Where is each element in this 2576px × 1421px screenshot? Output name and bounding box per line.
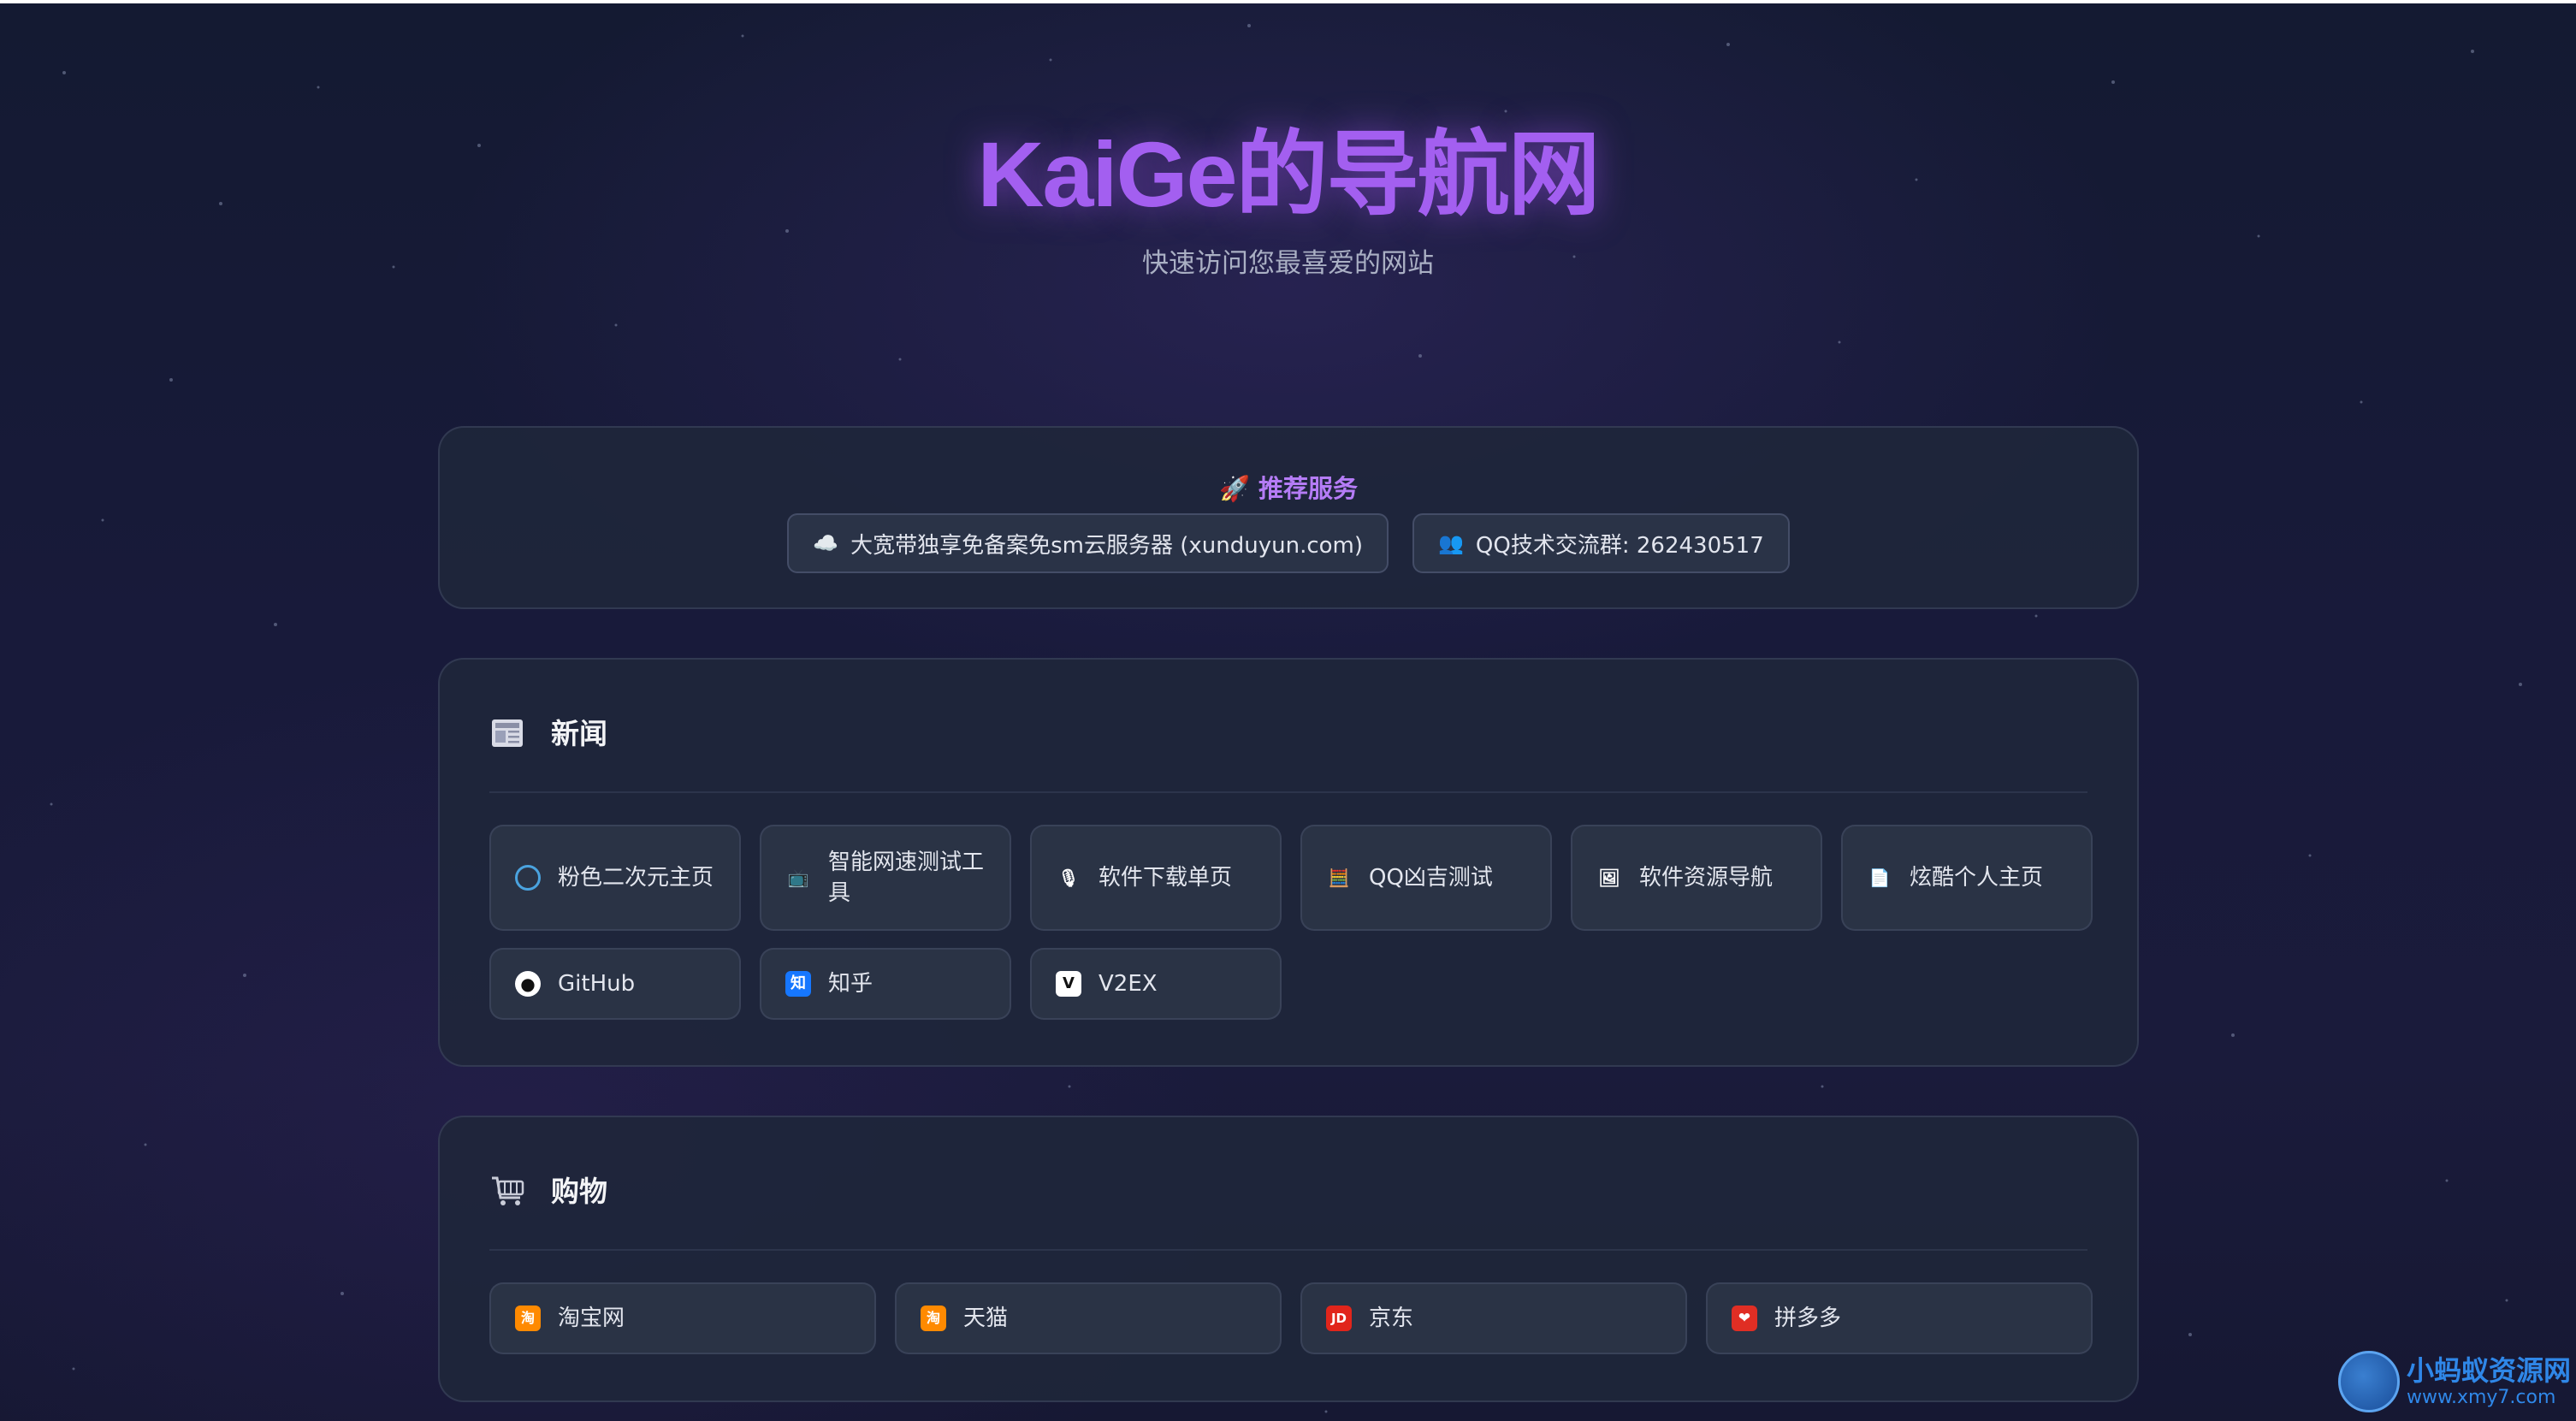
document-icon: 📄 [1868, 867, 1891, 888]
link-speed-test[interactable]: 📺 智能网速测试工具 [760, 825, 1011, 931]
group-icon: 👥 [1438, 531, 1464, 555]
news-links-grid: 粉色二次元主页 📺 智能网速测试工具 🎙 软件下载单页 🧮 QQ凶吉测试 🖼 软… [489, 825, 2094, 1020]
link-pinduoduo[interactable]: ❤ 拼多多 [1706, 1282, 2093, 1354]
link-label: 京东 [1369, 1306, 1414, 1331]
recommended-services-card: 🚀 推荐服务 ☁️ 大宽带独享免备案免sm云服务器 (xunduyun.com) … [438, 426, 2139, 609]
taobao-icon: 淘 [515, 1306, 541, 1331]
link-label: 淘宝网 [558, 1306, 625, 1331]
site-watermark: 小蚂蚁资源网 www.xmy7.com [2337, 1351, 2571, 1412]
shopping-section: 购物 淘 淘宝网 淘 天猫 JD 京东 ❤ 拼多多 [438, 1116, 2139, 1402]
news-section: 新闻 粉色二次元主页 📺 智能网速测试工具 🎙 软件下载单页 🧮 QQ凶吉测试 … [438, 658, 2139, 1067]
watermark-logo-icon [2337, 1351, 2400, 1412]
rocket-icon: 🚀 [1218, 474, 1251, 503]
top-border [0, 0, 2576, 3]
shopping-section-header: 购物 [489, 1169, 2087, 1251]
newspaper-icon [492, 719, 523, 747]
link-jd[interactable]: JD 京东 [1300, 1282, 1687, 1354]
microphone-icon: 🎙 [1057, 867, 1080, 888]
link-github[interactable]: ● GitHub [489, 948, 741, 1020]
v2ex-icon: V [1056, 971, 1081, 997]
link-label: 知乎 [828, 971, 873, 997]
recommended-links: ☁️ 大宽带独享免备案免sm云服务器 (xunduyun.com) 👥 QQ技术… [440, 513, 2137, 573]
link-cool-homepage[interactable]: 📄 炫酷个人主页 [1841, 825, 2093, 931]
link-taobao[interactable]: 淘 淘宝网 [489, 1282, 876, 1354]
cloud-server-label: 大宽带独享免备案免sm云服务器 (xunduyun.com) [850, 532, 1364, 559]
link-label: V2EX [1099, 971, 1158, 997]
news-section-header: 新闻 [489, 711, 2087, 793]
tmall-icon: 淘 [921, 1306, 946, 1331]
shopping-section-title: 购物 [551, 1175, 607, 1208]
cloud-icon: ☁️ [813, 531, 839, 555]
pinduoduo-icon: ❤ [1732, 1306, 1757, 1331]
cloud-server-link[interactable]: ☁️ 大宽带独享免备案免sm云服务器 (xunduyun.com) [787, 513, 1389, 573]
abacus-icon: 🧮 [1328, 867, 1350, 888]
link-label: 天猫 [963, 1306, 1009, 1331]
jd-icon: JD [1326, 1306, 1352, 1331]
page-header: KaiGe的导航网 快速访问您最喜爱的网站 [0, 120, 2576, 280]
page-subtitle: 快速访问您最喜爱的网站 [1142, 248, 1434, 279]
link-software-nav[interactable]: 🖼 软件资源导航 [1571, 825, 1822, 931]
link-label: 智能网速测试工具 [828, 850, 985, 906]
qq-group-link[interactable]: 👥 QQ技术交流群: 262430517 [1412, 513, 1790, 573]
github-icon: ● [515, 971, 541, 997]
tv-icon: 📺 [787, 867, 809, 888]
link-label: 炫酷个人主页 [1910, 865, 2044, 891]
watermark-url: www.xmy7.com [2406, 1387, 2556, 1408]
globe-icon [515, 865, 541, 891]
watermark-text: 小蚂蚁资源网 www.xmy7.com [2407, 1354, 2571, 1409]
qq-group-label: QQ技术交流群: 262430517 [1475, 532, 1764, 559]
link-label: 拼多多 [1774, 1306, 1842, 1331]
link-label: 粉色二次元主页 [558, 865, 714, 891]
shopping-links-grid: 淘 淘宝网 淘 天猫 JD 京东 ❤ 拼多多 [489, 1282, 2094, 1354]
link-software-download[interactable]: 🎙 软件下载单页 [1030, 825, 1282, 931]
link-label: QQ凶吉测试 [1369, 865, 1493, 891]
page-title: KaiGe的导航网 [977, 122, 1600, 226]
link-pink-anime-home[interactable]: 粉色二次元主页 [489, 825, 741, 931]
link-qq-fortune[interactable]: 🧮 QQ凶吉测试 [1300, 825, 1552, 931]
recommended-title-label: 推荐服务 [1258, 474, 1359, 503]
link-v2ex[interactable]: V V2EX [1030, 948, 1282, 1020]
recommended-title: 🚀 推荐服务 [440, 469, 2137, 505]
shopping-cart-icon [492, 1176, 524, 1205]
link-tmall[interactable]: 淘 天猫 [895, 1282, 1282, 1354]
link-label: 软件下载单页 [1099, 865, 1233, 891]
watermark-name: 小蚂蚁资源网 [2406, 1354, 2571, 1387]
link-label: 软件资源导航 [1639, 865, 1774, 891]
window-icon: 🖼 [1598, 867, 1620, 888]
link-label: GitHub [558, 971, 636, 997]
news-section-title: 新闻 [551, 717, 607, 750]
zhihu-icon: 知 [785, 971, 811, 997]
link-zhihu[interactable]: 知 知乎 [760, 948, 1011, 1020]
